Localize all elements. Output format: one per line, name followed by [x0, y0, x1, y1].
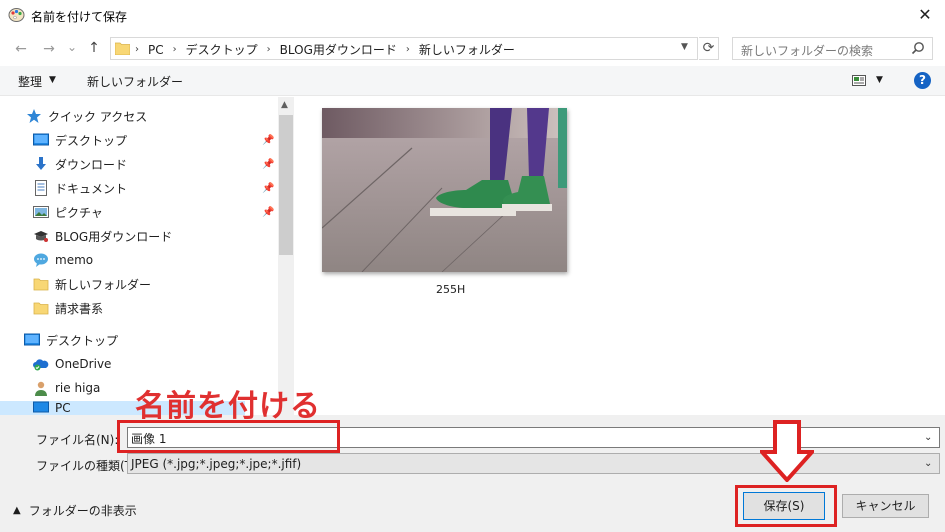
- nav-label: ダウンロード: [55, 157, 128, 172]
- file-thumbnail[interactable]: [322, 108, 567, 272]
- nav-item-root-desktop[interactable]: デスクトップ: [24, 329, 118, 351]
- view-options-icon[interactable]: [852, 75, 866, 86]
- command-toolbar: 整理 ▼ 新しいフォルダー ▼ ?: [0, 66, 945, 96]
- desktop-icon: [24, 333, 40, 346]
- chevron-right-icon: ›: [172, 44, 177, 55]
- nav-item-onedrive[interactable]: OneDrive: [33, 353, 111, 375]
- nav-item-memo[interactable]: memo: [33, 249, 93, 271]
- filetype-value: JPEG (*.jpg;*.jpeg;*.jpe;*.jfif): [131, 457, 302, 471]
- scroll-up-arrow-icon[interactable]: ▲: [281, 100, 288, 110]
- chevron-right-icon: ›: [266, 44, 271, 55]
- cancel-button[interactable]: キャンセル: [842, 494, 929, 518]
- nav-label: ドキュメント: [55, 181, 128, 196]
- pictures-icon: [33, 206, 49, 218]
- pin-icon[interactable]: 📌: [262, 135, 274, 146]
- user-icon: [35, 381, 47, 396]
- nav-label: 新しいフォルダー: [55, 277, 152, 292]
- chevron-down-icon[interactable]: ▼: [49, 75, 56, 85]
- breadcrumb-new-folder[interactable]: 新しいフォルダー: [419, 41, 515, 58]
- document-icon: [35, 180, 47, 196]
- nav-label: memo: [55, 253, 94, 267]
- organize-button[interactable]: 整理: [18, 73, 42, 90]
- title-bar: 名前を付けて保存 ✕: [0, 0, 945, 30]
- breadcrumb-desktop[interactable]: デスクトップ: [186, 41, 258, 58]
- forward-button[interactable]: →: [40, 39, 58, 59]
- search-input[interactable]: 新しいフォルダーの検索: [732, 37, 933, 60]
- chat-icon: [34, 253, 48, 267]
- search-placeholder: 新しいフォルダーの検索: [741, 44, 874, 58]
- nav-label: BLOG用ダウンロード: [55, 229, 173, 244]
- navigation-scrollbar[interactable]: ▲: [278, 97, 294, 415]
- close-button[interactable]: ✕: [916, 6, 934, 24]
- recent-locations-button[interactable]: ⌄: [66, 37, 78, 57]
- annotation-highlight-save: [735, 485, 837, 527]
- folder-icon: [33, 278, 49, 291]
- nav-label: 請求書系: [55, 301, 104, 316]
- annotation-arrow-icon: [760, 420, 814, 482]
- nav-label: rie higa: [55, 381, 101, 395]
- nav-item-pictures[interactable]: ピクチャ: [33, 201, 103, 223]
- star-icon: [27, 109, 41, 123]
- chevron-down-icon[interactable]: ⌄: [924, 432, 932, 443]
- up-button[interactable]: ↑: [85, 38, 103, 58]
- filetype-label: ファイルの種類(T):: [36, 459, 141, 473]
- nav-item-blog-downloads[interactable]: BLOG用ダウンロード: [33, 225, 172, 247]
- hide-folders-label: フォルダーの非表示: [28, 504, 137, 518]
- folder-icon: [33, 302, 49, 315]
- navigation-pane: クイック アクセス デスクトップ 📌 ダウンロード 📌 ドキュメント 📌 ピクチ…: [0, 97, 294, 415]
- annotation-label: 名前を付ける: [135, 389, 321, 424]
- nav-label: デスクトップ: [55, 133, 128, 148]
- chevron-up-icon: ▲: [13, 505, 21, 516]
- nav-item-user[interactable]: rie higa: [33, 377, 100, 399]
- scrollbar-thumb[interactable]: [279, 115, 293, 255]
- chevron-down-icon[interactable]: ▼: [876, 75, 883, 85]
- filename-label: ファイル名(N):: [36, 433, 119, 447]
- nav-label: PC: [55, 401, 71, 415]
- window-title: 名前を付けて保存: [31, 10, 128, 24]
- refresh-button[interactable]: ⟳: [699, 37, 719, 60]
- nav-item-invoices[interactable]: 請求書系: [33, 297, 103, 319]
- breadcrumb-blog-downloads[interactable]: BLOG用ダウンロード: [280, 41, 397, 58]
- nav-item-documents[interactable]: ドキュメント: [33, 177, 127, 199]
- breadcrumb: › PC › デスクトップ › BLOG用ダウンロード › 新しいフォルダー: [135, 41, 515, 58]
- annotation-highlight-filename: [117, 420, 340, 453]
- nav-item-downloads[interactable]: ダウンロード: [33, 153, 127, 175]
- paint-app-icon: [8, 8, 25, 22]
- chevron-down-icon[interactable]: ▼: [681, 42, 688, 52]
- search-icon: [911, 42, 924, 55]
- nav-label: OneDrive: [55, 357, 112, 371]
- chevron-right-icon: ›: [405, 44, 410, 55]
- hide-folders-toggle[interactable]: ▲ フォルダーの非表示: [13, 502, 137, 519]
- pc-icon: [33, 401, 49, 413]
- help-button[interactable]: ?: [914, 72, 931, 89]
- nav-item-new-folder[interactable]: 新しいフォルダー: [33, 273, 151, 295]
- breadcrumb-pc[interactable]: PC: [148, 43, 164, 57]
- chevron-down-icon[interactable]: ⌄: [924, 458, 932, 469]
- new-folder-button[interactable]: 新しいフォルダー: [87, 73, 183, 90]
- filetype-select[interactable]: JPEG (*.jpg;*.jpeg;*.jpe;*.jfif) ⌄: [127, 453, 940, 474]
- folder-icon: [115, 42, 130, 55]
- nav-item-desktop[interactable]: デスクトップ: [33, 129, 127, 151]
- address-bar[interactable]: › PC › デスクトップ › BLOG用ダウンロード › 新しいフォルダー ▼: [110, 37, 698, 60]
- download-icon: [36, 157, 46, 170]
- pin-icon[interactable]: 📌: [262, 159, 274, 170]
- chevron-right-icon: ›: [135, 44, 139, 55]
- back-button[interactable]: ←: [12, 39, 30, 59]
- pin-icon[interactable]: 📌: [262, 207, 274, 218]
- nav-label: デスクトップ: [46, 333, 119, 348]
- blog-folder-icon: [34, 231, 48, 242]
- onedrive-icon: [33, 359, 49, 371]
- file-name-label[interactable]: 255H: [436, 283, 465, 296]
- nav-label: クイック アクセス: [48, 109, 148, 124]
- pin-icon[interactable]: 📌: [262, 183, 274, 194]
- nav-quick-access[interactable]: クイック アクセス: [26, 105, 147, 127]
- desktop-icon: [33, 133, 49, 146]
- nav-label: ピクチャ: [55, 205, 103, 220]
